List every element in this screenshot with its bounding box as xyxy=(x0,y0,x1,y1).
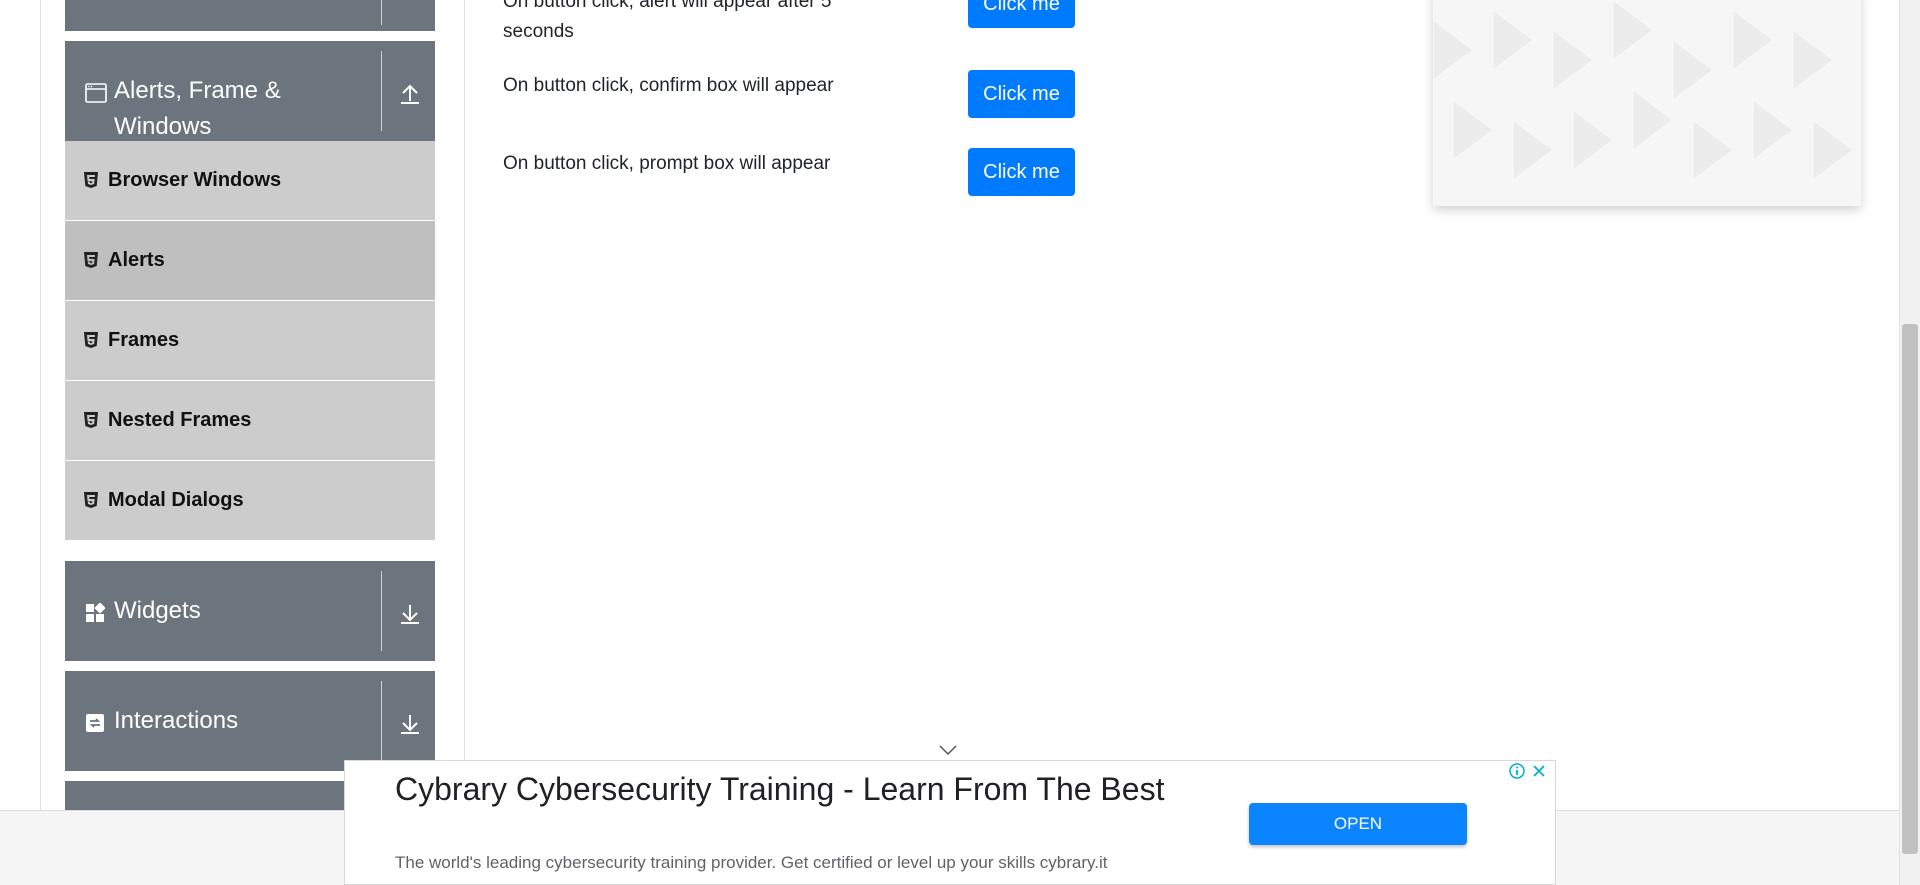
alerts-frame-windows-header[interactable]: Alerts, Frame & Windows xyxy=(65,41,435,141)
ad-title[interactable]: Cybrary Cybersecurity Training - Learn F… xyxy=(395,769,1175,809)
page-scrollbar[interactable] xyxy=(1899,0,1920,885)
sidebar-border xyxy=(464,0,465,810)
menu-item-browser-windows[interactable]: Browser Windows xyxy=(65,141,435,221)
scrollbar-thumb[interactable] xyxy=(1902,324,1918,854)
left-border xyxy=(40,0,41,810)
widgets-icon xyxy=(85,602,106,628)
menu-item-modal-dialogs[interactable]: Modal Dialogs xyxy=(65,461,435,541)
ad-open-button[interactable]: OPEN xyxy=(1249,803,1467,845)
html5-icon xyxy=(83,171,99,189)
menu-item-label: Browser Windows xyxy=(108,169,282,191)
menu-item-label: Modal Dialogs xyxy=(108,489,244,511)
side-ad-image[interactable] xyxy=(1433,0,1861,206)
menu-item-label: Nested Frames xyxy=(108,409,252,431)
prompt-button[interactable]: Click me xyxy=(968,148,1075,196)
alert-delay-text-line2: seconds xyxy=(503,21,574,42)
menu-item-label: Frames xyxy=(108,329,180,351)
confirm-button[interactable]: Click me xyxy=(968,70,1075,118)
prompt-text: On button click, prompt box will appear xyxy=(503,153,831,174)
html5-icon xyxy=(83,491,99,509)
menu-item-alerts[interactable]: Alerts xyxy=(65,221,435,301)
widgets-header[interactable]: Widgets xyxy=(65,561,435,661)
menu-item-label: Alerts xyxy=(108,249,165,271)
widgets-title: Widgets xyxy=(114,597,201,624)
window-icon xyxy=(85,83,107,108)
collapse-arrow-icon[interactable] xyxy=(395,79,425,109)
timer-alert-button[interactable]: Click me xyxy=(968,0,1075,28)
expand-arrow-icon[interactable] xyxy=(395,709,425,739)
ad-description[interactable]: The world's leading cybersecurity traini… xyxy=(395,853,1108,873)
close-icon[interactable] xyxy=(1531,763,1547,779)
confirm-text: On button click, confirm box will appear xyxy=(503,75,834,96)
menu-item-frames[interactable]: Frames xyxy=(65,301,435,381)
pattern-image xyxy=(1433,0,1854,181)
previous-group-header[interactable] xyxy=(65,0,435,31)
interactions-header[interactable]: Interactions xyxy=(65,671,435,771)
alerts-group-title-line1: Alerts, Frame & xyxy=(114,77,281,104)
alerts-group-title-line2: Windows xyxy=(114,113,212,140)
alerts-menu-list: Browser Windows Alerts Frames Nested Fra… xyxy=(65,141,435,541)
interactions-title: Interactions xyxy=(114,707,239,734)
expand-arrow-icon[interactable] xyxy=(395,599,425,629)
alert-delay-text: On button click, alert will appear after… xyxy=(503,0,831,47)
interactions-icon xyxy=(85,713,105,738)
info-icon[interactable] xyxy=(1509,763,1525,779)
alerts-group-title: Alerts, Frame & Windows xyxy=(114,73,281,145)
alert-delay-text-line1: On button click, alert will appear after… xyxy=(503,0,832,12)
html5-icon xyxy=(83,411,99,429)
html5-icon xyxy=(83,251,99,269)
menu-item-nested-frames[interactable]: Nested Frames xyxy=(65,381,435,461)
html5-icon xyxy=(83,331,99,349)
chevron-down-icon[interactable] xyxy=(938,743,958,756)
ad-banner[interactable]: Cybrary Cybersecurity Training - Learn F… xyxy=(344,760,1556,885)
